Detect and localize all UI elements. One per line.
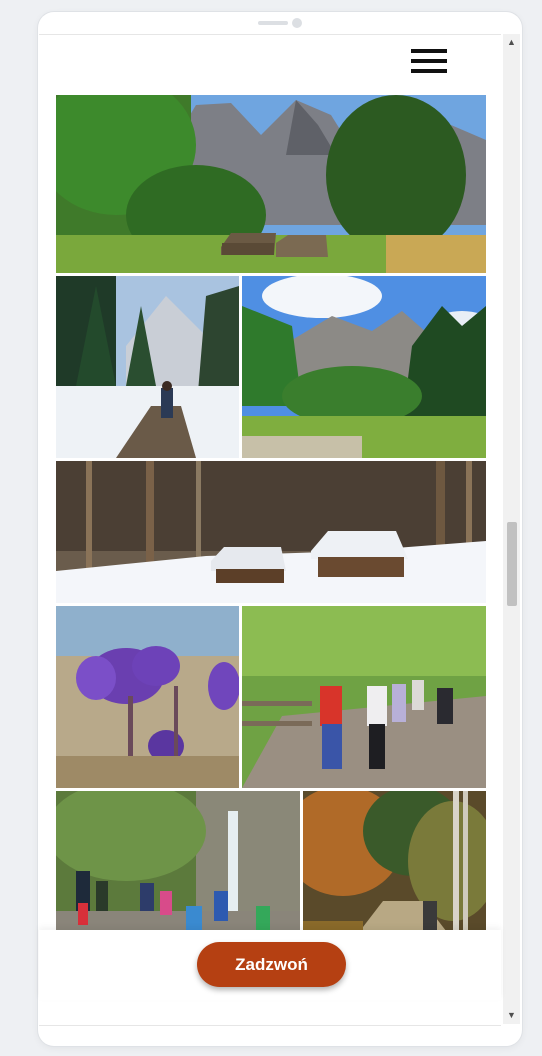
- speaker-slot: [258, 21, 288, 25]
- photo-purple-flower[interactable]: [56, 606, 239, 788]
- call-button[interactable]: Zadzwoń: [197, 942, 346, 987]
- camera-dot: [292, 18, 302, 28]
- device-notch: [258, 18, 318, 28]
- photo-children-waterfall[interactable]: [56, 791, 300, 953]
- photo-mountain-valley-huts[interactable]: [56, 95, 486, 273]
- photo-winter-trail-hiker[interactable]: [56, 276, 239, 458]
- sticky-footer: Zadzwoń: [39, 930, 501, 1000]
- scroll-up-arrow-icon[interactable]: ▲: [503, 34, 520, 51]
- scrollbar-thumb[interactable]: [507, 522, 517, 606]
- photo-snowy-huts-forest[interactable]: [56, 461, 486, 603]
- photo-mountain-meadow-forest[interactable]: [242, 276, 486, 458]
- page-viewport[interactable]: [39, 34, 501, 1026]
- photo-hikers-boardwalk[interactable]: [242, 606, 486, 788]
- scroll-down-arrow-icon[interactable]: ▼: [503, 1007, 520, 1024]
- phone-frame: ▲ ▼ Zadzwoń: [38, 12, 522, 1046]
- hamburger-menu-icon[interactable]: [411, 49, 447, 75]
- vertical-scrollbar[interactable]: ▲ ▼: [503, 34, 520, 1024]
- photo-autumn-forest-path[interactable]: [303, 791, 486, 953]
